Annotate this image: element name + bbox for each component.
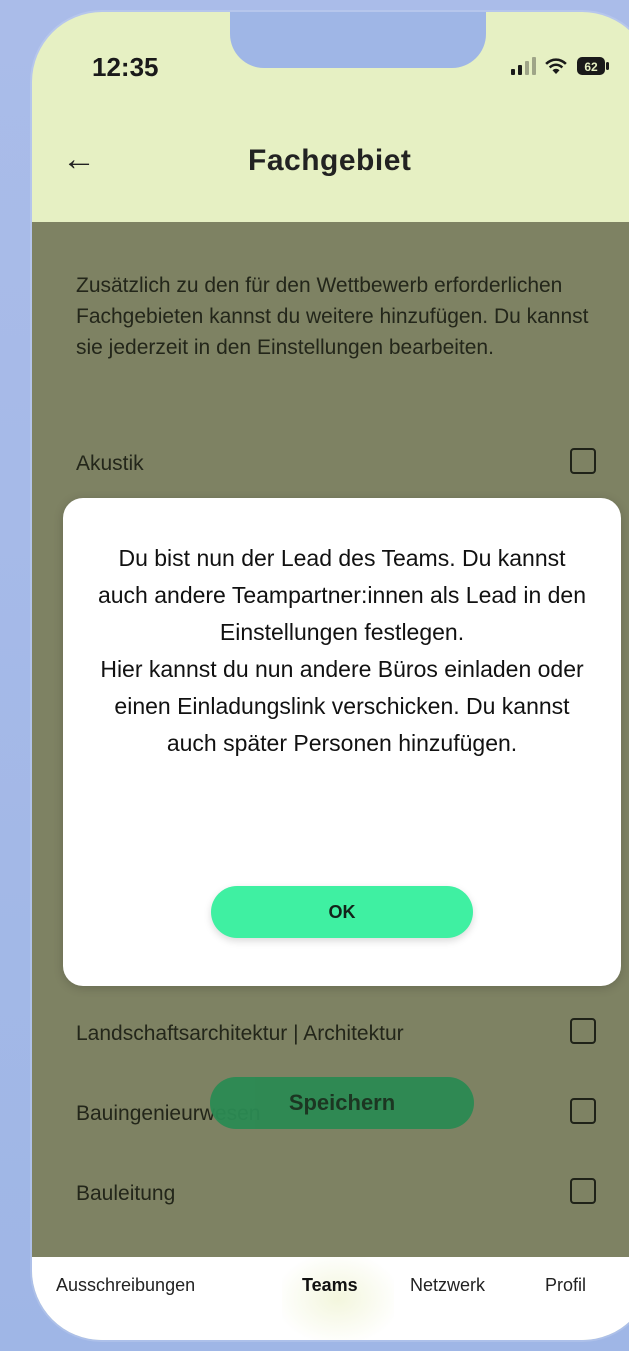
- bottom-nav: Ausschreibungen Teams Netzwerk Profil: [32, 1257, 629, 1340]
- checkbox[interactable]: [570, 1018, 596, 1044]
- nav-ausschreibungen[interactable]: Ausschreibungen: [56, 1275, 195, 1296]
- nav-profil[interactable]: Profil: [545, 1275, 586, 1296]
- option-label: Landschaftsarchitektur | Architektur: [76, 1022, 404, 1045]
- option-akustik[interactable]: Akustik: [76, 444, 596, 484]
- option-landschaftsarchitektur[interactable]: Landschaftsarchitektur | Architektur: [76, 1014, 596, 1054]
- app-header: ← Fachgebiet: [32, 102, 629, 222]
- active-tab-highlight: [282, 1257, 394, 1340]
- ok-button[interactable]: OK: [211, 886, 473, 938]
- back-arrow-icon[interactable]: ←: [62, 142, 96, 176]
- option-bauleitung[interactable]: Bauleitung: [76, 1174, 596, 1214]
- wifi-icon: [544, 57, 568, 75]
- lead-info-dialog: Du bist nun der Lead des Teams. Du kanns…: [63, 498, 621, 986]
- status-time: 12:35: [92, 52, 159, 82]
- checkbox[interactable]: [570, 1098, 596, 1124]
- save-button[interactable]: Speichern: [210, 1077, 474, 1129]
- phone-notch: [230, 12, 486, 68]
- page-title: Fachgebiet: [248, 144, 412, 177]
- nav-teams[interactable]: Teams: [302, 1275, 358, 1296]
- checkbox[interactable]: [570, 1178, 596, 1204]
- screenshot-stage: 12:35 62 ← Fachgebiet Zusätzlich zu den …: [0, 0, 629, 1351]
- status-icons: 62: [511, 56, 610, 76]
- signal-icon: [511, 57, 536, 75]
- option-label: Akustik: [76, 452, 144, 475]
- battery-icon: 62: [576, 56, 610, 76]
- phone-frame: 12:35 62 ← Fachgebiet Zusätzlich zu den …: [32, 12, 629, 1340]
- option-label: Bauleitung: [76, 1182, 176, 1205]
- checkbox[interactable]: [570, 448, 596, 474]
- battery-level: 62: [584, 60, 598, 74]
- intro-text: Zusätzlich zu den für den Wettbewerb erf…: [76, 274, 589, 359]
- nav-netzwerk[interactable]: Netzwerk: [410, 1275, 485, 1296]
- dialog-message: Du bist nun der Lead des Teams. Du kanns…: [97, 545, 587, 756]
